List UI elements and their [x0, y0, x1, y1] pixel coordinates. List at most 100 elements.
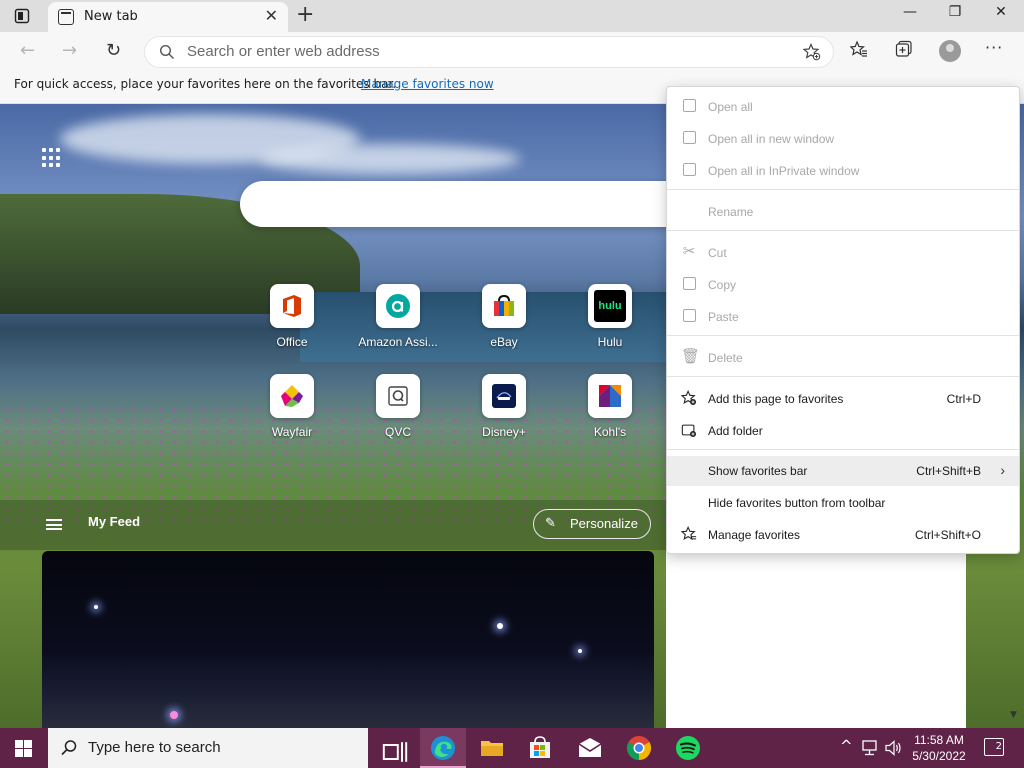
file-explorer-icon[interactable]	[478, 734, 506, 762]
qvc-icon	[388, 386, 408, 406]
manage-favorites-icon	[681, 526, 697, 540]
show-hidden-icons-chevron-icon[interactable]: ^	[840, 737, 853, 755]
spotify-icon[interactable]	[674, 734, 702, 762]
address-input[interactable]	[187, 43, 747, 60]
menu-separator	[667, 335, 1019, 336]
chrome-icon[interactable]	[625, 734, 653, 762]
menu-item-open-all-inprivate[interactable]: Open all in InPrivate window	[667, 156, 1019, 186]
quick-link-label: Hulu	[597, 335, 623, 349]
feed-side-panel	[666, 550, 966, 728]
windows-start-icon[interactable]	[15, 740, 32, 757]
favorites-icon[interactable]	[850, 40, 868, 58]
menu-item-paste[interactable]: Paste	[667, 302, 1019, 332]
minimize-button[interactable]: —	[887, 4, 933, 20]
menu-item-show-favorites-bar[interactable]: Show favorites bar Ctrl+Shift+B ›	[667, 456, 1019, 486]
scroll-down-arrow-icon[interactable]: ▼	[1010, 710, 1017, 720]
favorites-context-menu: Open all Open all in new window Open all…	[666, 86, 1020, 554]
mail-icon[interactable]	[576, 734, 604, 762]
back-button[interactable]: ←	[20, 40, 35, 61]
menu-item-add-folder[interactable]: Add folder	[667, 416, 1019, 446]
quick-link-label: Kohl's	[593, 425, 627, 439]
office-icon	[283, 295, 301, 317]
quick-link-hulu[interactable]: hulu Hulu	[562, 284, 658, 349]
manage-favorites-link[interactable]: Manage favorites now	[361, 77, 494, 91]
menu-separator	[667, 449, 1019, 450]
tab-actions-icon[interactable]	[14, 8, 30, 24]
quick-link-label: Amazon Assi...	[358, 335, 438, 349]
forward-button[interactable]: →	[62, 40, 77, 61]
menu-item-delete[interactable]: 🗑 Delete	[667, 343, 1019, 373]
menu-separator	[667, 376, 1019, 377]
title-bar: New tab ✕ + — ❐ ✕	[0, 0, 1024, 32]
window-icon	[681, 98, 697, 114]
night-light	[94, 605, 98, 609]
kohls-icon	[599, 385, 621, 407]
favorites-bar-message: For quick access, place your favorites h…	[14, 77, 397, 91]
new-tab-favicon-icon	[58, 9, 74, 25]
feed-header: My Feed ✎ Personalize	[0, 500, 666, 550]
search-icon	[61, 740, 77, 756]
system-clock[interactable]: 11:58 AM 5/30/2022	[906, 732, 972, 764]
clock-date: 5/30/2022	[912, 749, 966, 763]
quick-link-label: QVC	[384, 425, 411, 439]
feed-news-card[interactable]	[42, 551, 654, 728]
microsoft-store-icon[interactable]	[526, 734, 554, 762]
night-light	[578, 649, 582, 653]
feed-menu-icon[interactable]	[46, 519, 62, 530]
taskbar-search-box[interactable]: Type here to search	[48, 728, 368, 768]
close-window-button[interactable]: ✕	[978, 4, 1024, 20]
restore-button[interactable]: ❐	[932, 4, 978, 20]
collections-icon[interactable]	[895, 40, 913, 58]
app-launcher-icon[interactable]	[42, 148, 62, 168]
tab-close-icon[interactable]: ✕	[265, 6, 278, 25]
quick-link-disney-plus[interactable]: Disney+	[456, 374, 552, 439]
menu-item-cut[interactable]: ✂ Cut	[667, 238, 1019, 268]
quick-link-qvc[interactable]: QVC	[350, 374, 446, 439]
menu-item-open-all[interactable]: Open all	[667, 92, 1019, 122]
add-favorite-star-icon	[681, 390, 697, 406]
clipboard-icon	[681, 308, 697, 324]
quick-link-label: eBay	[490, 335, 518, 349]
quick-link-label: Disney+	[482, 425, 526, 439]
menu-item-hide-favorites-button[interactable]: Hide favorites button from toolbar	[667, 488, 1019, 518]
address-bar[interactable]	[144, 36, 834, 68]
trash-icon: 🗑	[681, 348, 701, 365]
menu-item-copy[interactable]: Copy	[667, 270, 1019, 300]
page-search-box[interactable]	[240, 181, 680, 227]
quick-link-office[interactable]: Office	[244, 284, 340, 349]
notification-count: 2	[995, 741, 1002, 752]
personalize-button[interactable]: ✎ Personalize	[533, 509, 651, 539]
night-light	[497, 623, 503, 629]
tab-new-tab[interactable]: New tab ✕	[48, 2, 288, 32]
quick-link-wayfair[interactable]: Wayfair	[244, 374, 340, 439]
clock-time: 11:58 AM	[914, 733, 964, 747]
quick-link-amazon-assistant[interactable]: Amazon Assi...	[350, 284, 446, 349]
menu-item-open-all-new-window[interactable]: Open all in new window	[667, 124, 1019, 154]
quick-link-kohls[interactable]: Kohl's	[562, 374, 658, 439]
menu-item-manage-favorites[interactable]: Manage favorites Ctrl+Shift+O	[667, 520, 1019, 550]
network-icon[interactable]	[862, 740, 880, 756]
night-light	[170, 711, 178, 719]
inprivate-window-icon	[681, 162, 697, 178]
add-folder-icon	[681, 424, 697, 438]
hulu-icon: hulu	[594, 290, 626, 322]
profile-avatar[interactable]	[939, 40, 961, 62]
quick-link-label: Wayfair	[271, 425, 313, 439]
menu-item-add-page-to-favorites[interactable]: Add this page to favorites Ctrl+D	[667, 384, 1019, 414]
pencil-icon: ✎	[545, 515, 556, 530]
refresh-button[interactable]: ↻	[106, 40, 121, 61]
add-favorite-star-icon[interactable]	[803, 43, 821, 61]
amazon-assistant-icon	[386, 294, 410, 318]
copy-icon	[681, 276, 697, 292]
menu-item-rename[interactable]: Rename	[667, 197, 1019, 227]
chevron-right-icon: ›	[1000, 462, 1005, 478]
settings-more-button[interactable]: ···	[985, 38, 1003, 57]
ebay-icon	[494, 294, 514, 316]
quick-link-ebay[interactable]: eBay	[456, 284, 552, 349]
new-tab-button[interactable]: +	[296, 2, 314, 27]
notifications-icon[interactable]: 2	[984, 738, 1004, 756]
task-view-icon[interactable]	[381, 738, 409, 766]
edge-browser-icon[interactable]	[429, 734, 457, 762]
volume-icon[interactable]	[885, 740, 903, 756]
taskbar-search-placeholder: Type here to search	[88, 739, 221, 756]
